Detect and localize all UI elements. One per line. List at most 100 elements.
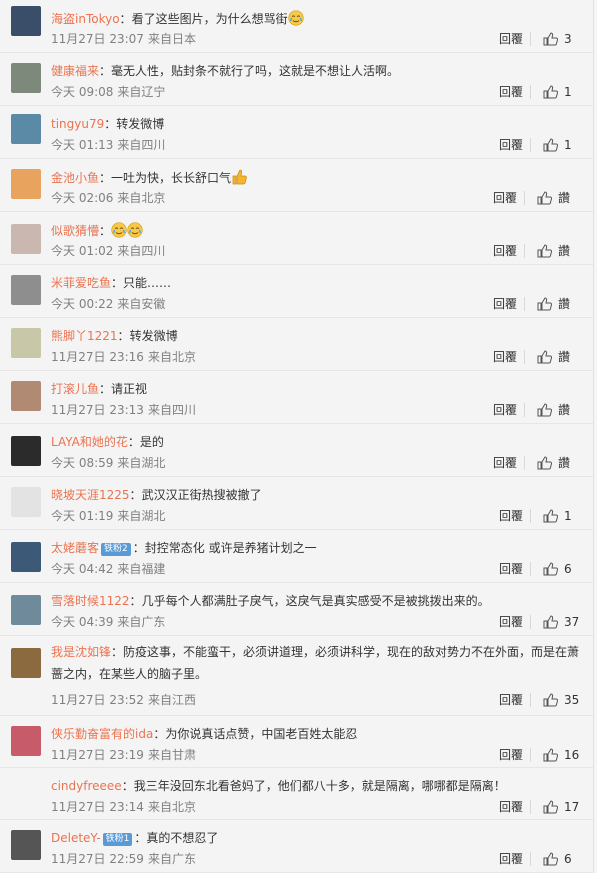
comment-text: 看了这些图片，为什么想骂街: [131, 12, 288, 26]
username-link[interactable]: 健康福来: [51, 64, 99, 78]
like-count: 35: [564, 693, 580, 707]
colon-separator: ：: [111, 276, 124, 290]
like-button[interactable]: 3: [543, 31, 572, 47]
avatar[interactable]: [11, 436, 41, 466]
comment-item: DeleteY- 铁粉1 ：真的不想忍了 11月27日 22:59 来自广东 回覆 6: [0, 820, 593, 873]
location-source: 来自四川: [117, 138, 166, 152]
colon-separator: ：: [99, 382, 112, 396]
comment-item: 米菲爱吃鱼：只能…… 今天 00:22 来自安徽 回覆 讚: [0, 265, 593, 318]
like-count: 6: [564, 562, 572, 576]
timestamp: 今天 00:22: [51, 297, 114, 311]
avatar[interactable]: [11, 595, 41, 625]
comment-text: 几乎每个人都满肚子戾气，这戾气是真实感受不是被挑拨出来的。: [141, 594, 490, 608]
like-button[interactable]: 讚: [537, 402, 570, 418]
colon-separator: ：: [121, 779, 134, 793]
avatar[interactable]: [11, 830, 41, 860]
thumbs-up-icon: [537, 191, 552, 205]
avatar[interactable]: [11, 542, 41, 572]
like-button[interactable]: 6: [543, 561, 572, 577]
reply-button[interactable]: 回覆: [499, 851, 523, 867]
username-link[interactable]: 雪落时候1122: [51, 594, 130, 608]
reply-button[interactable]: 回覆: [493, 296, 517, 312]
avatar[interactable]: [11, 6, 41, 36]
username-link[interactable]: 太姥蘑客: [51, 541, 99, 555]
thumbs-up-icon: [537, 350, 552, 364]
comment-item: 晓坡天涯1225：武汉汉正街热搜被撤了 今天 01:19 来自湖北 回覆 1: [0, 477, 593, 530]
thumbs-up-icon: [543, 748, 558, 762]
like-button[interactable]: 讚: [537, 296, 570, 312]
username-link[interactable]: 侠乐勤奋富有的ida: [51, 727, 153, 741]
reply-button[interactable]: 回覆: [499, 799, 523, 815]
avatar[interactable]: [11, 275, 41, 305]
like-count: 1: [564, 509, 572, 523]
like-button[interactable]: 1: [543, 508, 572, 524]
avatar[interactable]: [11, 63, 41, 93]
avatar[interactable]: [11, 224, 41, 254]
reply-button[interactable]: 回覆: [499, 137, 523, 153]
comment-list: 海盗inTokyo：看了这些图片，为什么想骂街 11月27日 23:07 来自日本回…: [0, 0, 594, 873]
reply-button[interactable]: 回覆: [499, 692, 523, 708]
thumbs-up-icon: [537, 244, 552, 258]
username-link[interactable]: 打滚儿鱼: [51, 382, 99, 396]
comment-body: 打滚儿鱼：请正视: [51, 381, 147, 397]
reply-button[interactable]: 回覆: [493, 243, 517, 259]
like-button[interactable]: 35: [543, 692, 579, 708]
reply-button[interactable]: 回覆: [499, 747, 523, 763]
like-count: 16: [564, 748, 580, 762]
avatar[interactable]: [11, 726, 41, 756]
comment-item: cindyfreeee：我三年没回东北看爸妈了，他们都八十多，就是隔离，哪哪都是…: [0, 768, 593, 820]
like-button[interactable]: 讚: [537, 243, 570, 259]
username-link[interactable]: 海盗inTokyo: [51, 12, 120, 26]
username-link[interactable]: 似歌猜懵: [51, 224, 99, 238]
like-button[interactable]: 6: [543, 851, 572, 867]
comment-text: 防疫这事，不能蛮干，必须讲道理，必须讲科学，现在的敌对势力不在外面，而是在萧蔷之…: [51, 645, 580, 681]
colon-separator: ：: [111, 645, 124, 659]
reply-button[interactable]: 回覆: [499, 614, 523, 630]
reply-button[interactable]: 回覆: [499, 84, 523, 100]
username-link[interactable]: tingyu79: [51, 117, 104, 131]
reply-button[interactable]: 回覆: [493, 402, 517, 418]
thumbs-up-icon: [543, 32, 558, 46]
colon-separator: ：: [129, 594, 142, 608]
username-link[interactable]: LAYA和她的花: [51, 435, 128, 449]
username-link[interactable]: 熊脚丫1221: [51, 329, 118, 343]
avatar[interactable]: [11, 381, 41, 411]
avatar[interactable]: [11, 648, 41, 678]
like-button[interactable]: 16: [543, 747, 579, 763]
comment-text: 请正视: [111, 382, 148, 396]
avatar[interactable]: [11, 328, 41, 358]
colon-separator: ：: [153, 727, 166, 741]
reply-button[interactable]: 回覆: [493, 455, 517, 471]
like-button[interactable]: 37: [543, 614, 579, 630]
like-button[interactable]: 1: [543, 84, 572, 100]
timestamp: 今天 02:06: [51, 191, 114, 205]
cry-laugh-icon: [287, 10, 304, 26]
username-link[interactable]: cindyfreeee: [51, 779, 122, 793]
comment-body: 健康福来：毫无人性，贴封条不就行了吗，这就是不想让人活啊。: [51, 63, 399, 79]
username-link[interactable]: 晓坡天涯1225: [51, 488, 130, 502]
avatar[interactable]: [11, 169, 41, 199]
reply-button[interactable]: 回覆: [493, 349, 517, 365]
avatar[interactable]: [11, 487, 41, 517]
fan-badge[interactable]: 铁粉2: [101, 543, 131, 556]
username-link[interactable]: 金池小鱼: [51, 171, 99, 185]
like-button[interactable]: 讚: [537, 455, 570, 471]
like-button[interactable]: 讚: [537, 190, 570, 206]
reply-button[interactable]: 回覆: [493, 190, 517, 206]
action-divider: [530, 615, 531, 629]
reply-button[interactable]: 回覆: [499, 561, 523, 577]
comment-meta: 今天 01:13 来自四川: [51, 137, 165, 153]
like-button[interactable]: 1: [543, 137, 572, 153]
fan-badge[interactable]: 铁粉1: [102, 833, 133, 846]
comment-item: 雪落时候1122：几乎每个人都满肚子戾气，这戾气是真实感受不是被挑拨出来的。今天…: [0, 583, 593, 636]
username-link[interactable]: DeleteY-: [51, 831, 101, 845]
reply-button[interactable]: 回覆: [499, 508, 523, 524]
like-button[interactable]: 讚: [537, 349, 570, 365]
username-link[interactable]: 我是沈如锋: [51, 645, 111, 659]
avatar[interactable]: [11, 114, 41, 144]
thumbs-up-icon: [537, 403, 552, 417]
timestamp: 今天 04:39: [51, 615, 114, 629]
reply-button[interactable]: 回覆: [499, 31, 523, 47]
username-link[interactable]: 米菲爱吃鱼: [51, 276, 111, 290]
like-button[interactable]: 17: [543, 799, 579, 815]
